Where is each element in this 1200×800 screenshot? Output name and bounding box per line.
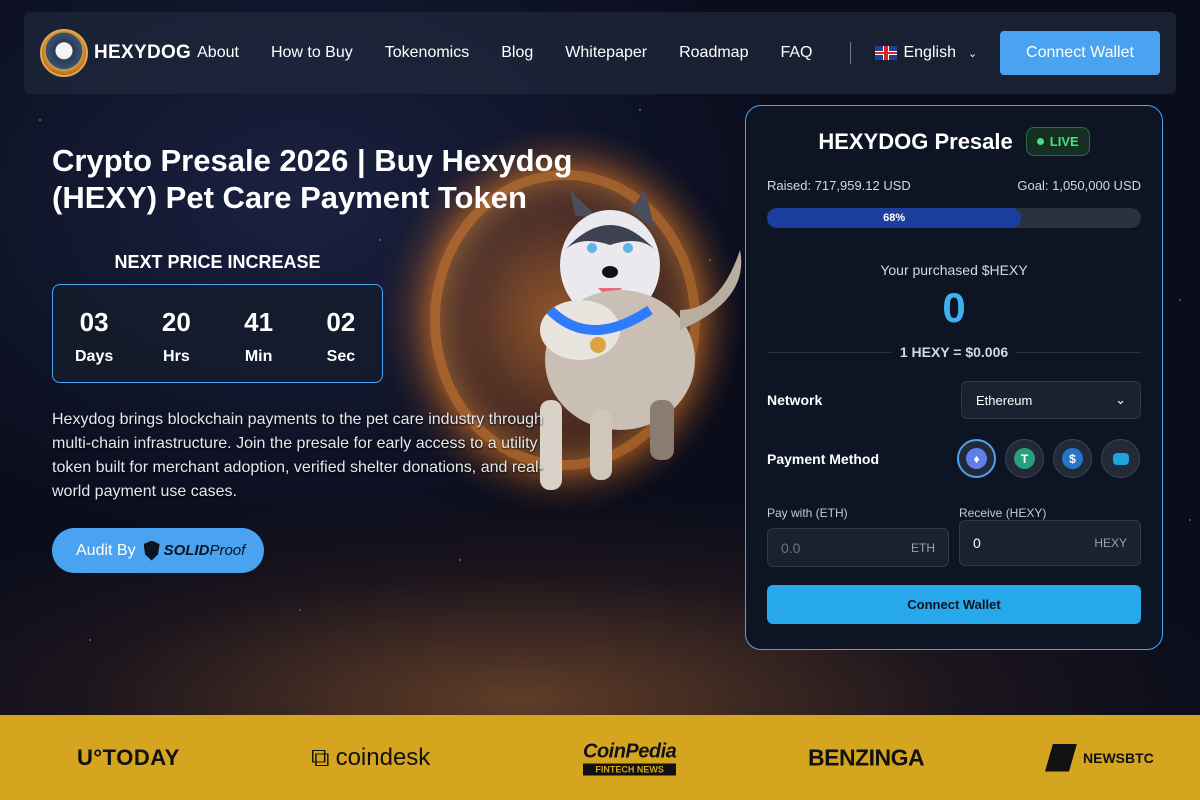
rate-divider-left [767, 351, 892, 353]
nav-link-roadmap[interactable]: Roadmap [663, 44, 764, 62]
countdown-value: 20 [161, 307, 191, 337]
token-rate: 1 HEXY = $0.006 [899, 344, 1009, 360]
solidproof-light: Proof [209, 542, 246, 559]
press-logo-utoday[interactable]: U°TODAY [77, 745, 180, 771]
countdown-seconds: 02 Sec [300, 285, 382, 382]
raised-amount: Raised: 717,959.12 USD [767, 178, 911, 193]
payment-card-button[interactable] [1101, 439, 1140, 478]
pay-label: Pay with (ETH) [767, 506, 848, 520]
progress-label: 68% [883, 212, 906, 224]
live-badge: LIVE [1025, 127, 1090, 156]
newsbtc-text: NEWSBTC [1083, 749, 1154, 766]
countdown-value: 02 [326, 307, 356, 337]
chevron-down-icon: ⌄ [1115, 392, 1126, 407]
receive-label: Receive (HEXY) [959, 506, 1047, 520]
payment-eth-button[interactable]: ♦ [957, 439, 996, 478]
presale-title: HEXYDOG Presale [818, 128, 1013, 154]
countdown-unit: Sec [326, 348, 356, 365]
purchased-label: Your purchased $HEXY [880, 262, 1028, 278]
network-label: Network [767, 392, 823, 408]
coindesk-text: coindesk [335, 743, 431, 771]
countdown-unit: Hrs [163, 348, 190, 365]
nav-link-blog[interactable]: Blog [485, 44, 549, 62]
coindesk-icon: ⧉ [311, 741, 330, 772]
countdown-value: 03 [79, 307, 109, 337]
press-logo-newsbtc[interactable]: NEWSBTC [1045, 743, 1154, 772]
press-logo-coinpedia[interactable]: CoinPedia FINTECH NEWS [583, 740, 677, 775]
husky-logo-icon [40, 29, 88, 77]
purchased-value: 0 [942, 284, 966, 331]
eth-icon: ♦ [966, 448, 987, 469]
newsbtc-icon [1045, 743, 1077, 772]
nav-link-whitepaper[interactable]: Whitepaper [549, 44, 663, 62]
rate-divider-right [1016, 351, 1142, 353]
usdt-icon: T [1014, 448, 1035, 469]
nav-link-faq[interactable]: FAQ [764, 44, 828, 62]
countdown-unit: Days [75, 348, 114, 365]
network-value: Ethereum [976, 392, 1033, 408]
audit-button[interactable]: Audit By SOLIDProof [52, 528, 264, 573]
card-icon [1112, 452, 1129, 465]
countdown-hours: 20 Hrs [135, 285, 217, 382]
countdown-timer: 03 Days 20 Hrs 41 Min 02 Sec [52, 284, 383, 383]
pay-unit: ETH [911, 540, 935, 555]
presale-card: HEXYDOG Presale LIVE Raised: 717,959.12 … [745, 105, 1163, 650]
presale-progress-bar: 68% [767, 208, 1141, 228]
live-dot-icon [1036, 138, 1044, 145]
nav-link-tokenomics[interactable]: Tokenomics [369, 44, 485, 62]
hero-title: Crypto Presale 2026 | Buy Hexydog (HEXY)… [52, 143, 573, 215]
nav-link-about[interactable]: About [195, 44, 255, 62]
hero-description: Hexydog brings blockchain payments to th… [52, 411, 544, 500]
top-navbar: HEXYDOG About How to Buy Tokenomics Blog… [24, 12, 1176, 94]
receive-value: 0 [973, 535, 981, 551]
connect-wallet-button[interactable]: Connect Wallet [1000, 31, 1160, 75]
next-price-heading: NEXT PRICE INCREASE [114, 252, 321, 272]
nav-divider [850, 42, 852, 64]
payment-usdc-button[interactable]: $ [1053, 439, 1092, 478]
brand-logo[interactable]: HEXYDOG [40, 29, 191, 77]
audit-label: Audit By [76, 541, 136, 559]
chevron-down-icon: ⌄ [967, 47, 978, 60]
press-logo-coindesk[interactable]: ⧉ coindesk [311, 742, 430, 774]
main-nav: About How to Buy Tokenomics Blog Whitepa… [195, 44, 828, 62]
goal-amount: Goal: 1,050,000 USD [1017, 178, 1141, 193]
countdown-minutes: 41 Min [218, 285, 300, 382]
payment-method-label: Payment Method [767, 450, 880, 467]
press-logos-bar: U°TODAY ⧉ coindesk CoinPedia FINTECH NEW… [0, 715, 1200, 800]
solidproof-bold: SOLID [163, 542, 210, 559]
usdc-icon: $ [1062, 448, 1083, 469]
nav-link-how-to-buy[interactable]: How to Buy [255, 44, 369, 62]
payment-usdt-button[interactable]: T [1005, 439, 1044, 478]
countdown-days: 03 Days [53, 285, 135, 382]
language-selector[interactable]: English ⌄ [875, 44, 977, 62]
live-label: LIVE [1049, 134, 1079, 149]
uk-flag-icon [875, 46, 898, 60]
receive-unit: HEXY [1094, 536, 1127, 550]
coinpedia-text: CoinPedia [583, 740, 677, 762]
coinpedia-subtitle: FINTECH NEWS [583, 763, 677, 775]
countdown-unit: Min [244, 348, 273, 365]
receive-amount-input[interactable]: 0 HEXY [959, 520, 1141, 566]
network-select[interactable]: Ethereum ⌄ [961, 381, 1141, 419]
press-logo-benzinga[interactable]: BENZINGA [808, 744, 925, 771]
shield-icon [143, 540, 160, 561]
card-connect-wallet-button[interactable]: Connect Wallet [767, 585, 1141, 624]
pay-placeholder: 0.0 [781, 539, 801, 556]
solidproof-logo: SOLIDProof [143, 540, 246, 561]
countdown-value: 41 [244, 307, 274, 337]
language-label: English [903, 44, 956, 61]
brand-name: HEXYDOG [94, 42, 192, 63]
pay-amount-input[interactable]: 0.0 ETH [767, 528, 949, 567]
